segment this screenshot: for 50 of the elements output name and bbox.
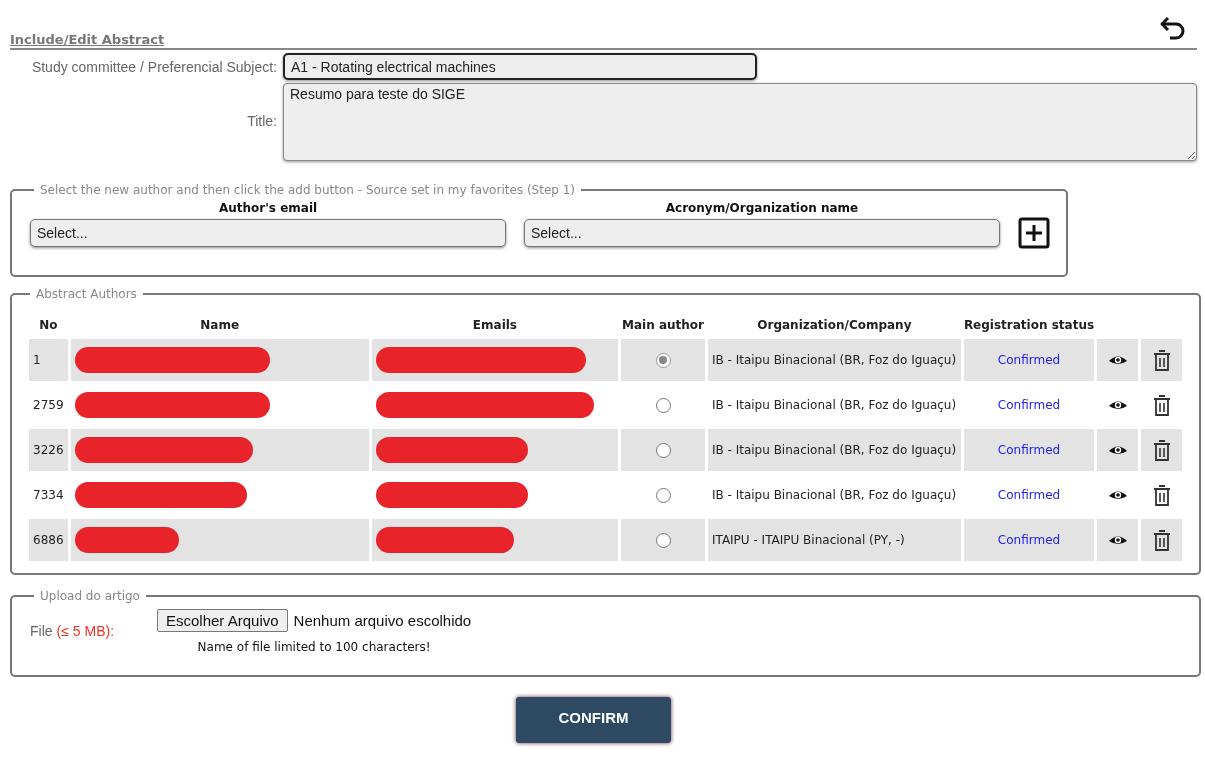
delete-icon[interactable] — [1151, 393, 1172, 417]
field-label: File — [30, 623, 53, 639]
add-icon[interactable] — [1018, 217, 1050, 249]
field-label: Title: — [246, 112, 278, 129]
select-field[interactable]: Select... — [30, 219, 506, 247]
column-header: Organization/Company — [756, 317, 913, 334]
table-cell: 1 — [29, 339, 68, 381]
delete-icon[interactable] — [1151, 348, 1172, 372]
main-author-radio[interactable] — [655, 442, 671, 458]
status-link[interactable]: Confirmed — [997, 353, 1061, 367]
panel-legend: Select the new author and then click the add button - Source set in my favorites (Step 1) — [34, 183, 582, 197]
column-header: Name — [199, 317, 241, 334]
table-cell-text: IB - Itaipu Binacional (BR, Foz do Iguaçu) — [710, 397, 958, 414]
panel-legend: Abstract Authors — [30, 287, 143, 301]
table-cell: 6886 — [29, 519, 68, 561]
subject-field[interactable]: A1 - Rotating electrical machines — [283, 53, 757, 80]
file-status: Nenhum arquivo escolhido — [293, 612, 472, 629]
column-header: Main author — [621, 317, 705, 334]
delete-icon[interactable] — [1151, 528, 1172, 552]
choose-file-button[interactable]: Escolher Arquivo — [157, 609, 288, 632]
column-label: Author's email — [218, 201, 318, 215]
title-field[interactable]: Resumo para teste do SIGE — [283, 83, 1197, 161]
table-cell: IB - Itaipu Binacional (BR, Foz do Iguaçu) — [707, 339, 961, 381]
table-cell: 3226 — [29, 429, 68, 471]
column-header: Emails — [471, 317, 518, 334]
table-cell-text: 2759 — [32, 397, 65, 414]
delete-icon[interactable] — [1151, 438, 1172, 462]
select-field[interactable]: Select... — [524, 219, 1000, 247]
column-header: Registration status — [963, 317, 1095, 334]
status-link[interactable]: Confirmed — [997, 488, 1061, 502]
column-header: No — [38, 317, 59, 334]
column-label: Acronym/Organization name — [665, 201, 859, 215]
table-cell: ITAIPU - ITAIPU Binacional (PY, -) — [707, 519, 961, 561]
file-hint: Name of file limited to 100 characters! — [197, 640, 431, 654]
confirm-button[interactable]: CONFIRM — [516, 697, 671, 743]
status-link[interactable]: Confirmed — [997, 398, 1061, 412]
size-limit: (≤ 5 MB): — [56, 623, 115, 639]
table-cell-text: 7334 — [32, 487, 65, 504]
page-title: Include/Edit Abstract — [10, 32, 165, 48]
status-link[interactable]: Confirmed — [997, 533, 1061, 547]
delete-icon[interactable] — [1151, 483, 1172, 507]
field-label: Study committee / Preferencial Subject: — [30, 58, 278, 75]
table-cell-text: IB - Itaipu Binacional (BR, Foz do Iguaçu) — [710, 487, 958, 504]
main-author-radio[interactable] — [655, 397, 671, 413]
status-link[interactable]: Confirmed — [997, 443, 1061, 457]
table-cell: IB - Itaipu Binacional (BR, Foz do Iguaçu) — [707, 429, 961, 471]
main-author-radio[interactable] — [655, 532, 671, 548]
main-author-radio[interactable] — [655, 487, 671, 503]
panel-legend: Upload do artigo — [34, 589, 146, 603]
main-author-radio[interactable] — [655, 352, 671, 368]
